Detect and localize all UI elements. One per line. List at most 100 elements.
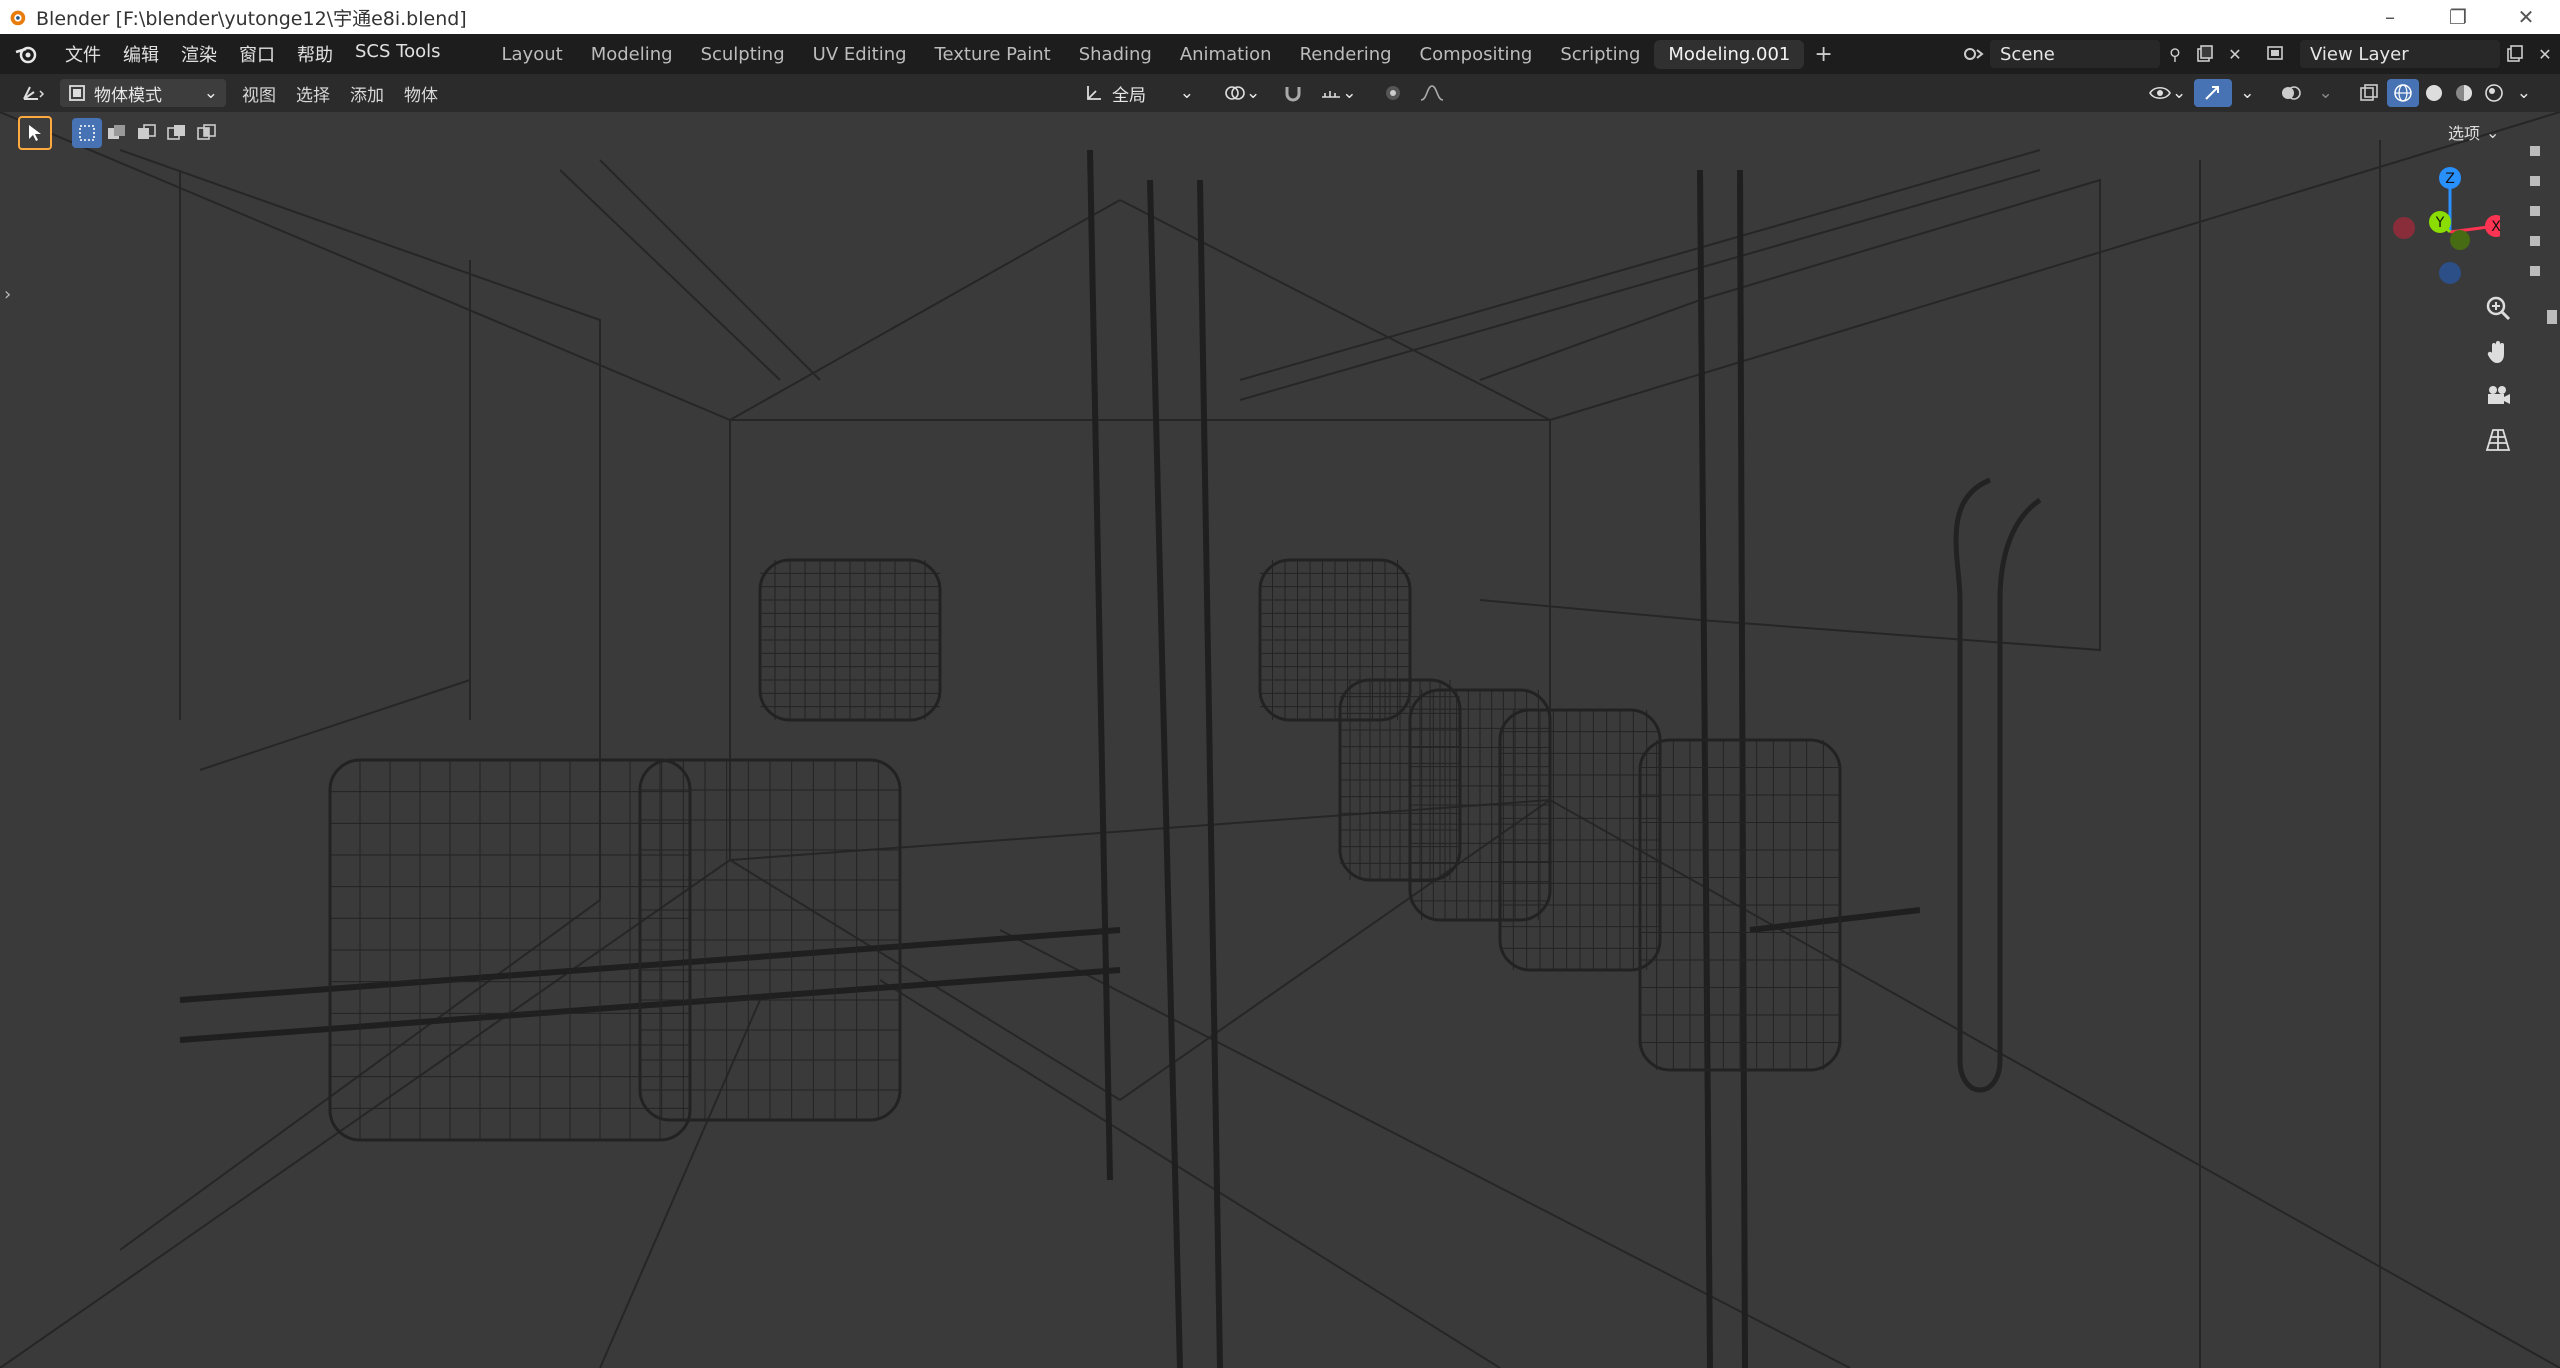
proportional-edit-icon [1385,86,1400,100]
delete-scene-icon[interactable]: ✕ [2220,40,2250,68]
new-view-layer-icon[interactable] [2500,40,2530,68]
select-extend-button[interactable] [102,118,132,148]
menu-view[interactable]: 视图 [232,81,286,106]
close-button[interactable]: ✕ [2492,0,2560,34]
chevron-down-icon: ⌄ [2240,83,2255,103]
gizmo-options[interactable]: ⌄ [2232,79,2262,107]
chevron-down-icon: ⌄ [1246,83,1261,103]
menu-render[interactable]: 渲染 [170,41,228,67]
scene-name-field[interactable]: Scene [1990,40,2160,68]
maximize-button[interactable]: ❐ [2424,0,2492,34]
visibility-selector[interactable]: ⌄ [2140,79,2194,107]
shading-rendered-button[interactable] [2479,79,2509,107]
shading-material-button[interactable] [2449,79,2479,107]
scene-selector-group: Scene ⚲ ✕ [1960,34,2250,74]
overlays-toggle[interactable] [2271,79,2311,107]
select-tools-row [18,116,222,150]
rendered-sphere-icon [2484,84,2503,102]
tab-scripting[interactable]: Scripting [1546,40,1654,69]
menu-scs-tools[interactable]: SCS Tools [344,41,451,67]
minimize-button[interactable]: – [2356,0,2424,34]
blender-menu-button[interactable] [10,37,44,71]
scene-browse-icon[interactable] [1960,40,1990,68]
proportional-edit-toggle[interactable] [1375,79,1411,107]
tab-modeling-001[interactable]: Modeling.001 [1654,39,1805,69]
select-subtract-button[interactable] [132,118,162,148]
viewport-menu: 视图 选择 添加 物体 [232,81,448,106]
shading-options[interactable]: ⌄ [2509,79,2539,107]
select-extend-icon [108,125,125,139]
new-scene-icon[interactable] [2190,40,2220,68]
menu-window[interactable]: 窗口 [228,41,286,67]
mode-label: 物体模式 [94,85,162,106]
tab-layout[interactable]: Layout [487,40,576,69]
select-new-button[interactable] [72,118,102,148]
tab-compositing[interactable]: Compositing [1406,40,1547,69]
add-workspace-button[interactable]: + [1804,42,1842,67]
zoom-button[interactable] [2478,288,2518,328]
tab-sculpting[interactable]: Sculpting [687,40,799,69]
overlays-icon [2281,86,2301,100]
shading-wireframe-button[interactable] [2386,79,2419,107]
menu-object[interactable]: 物体 [394,81,448,106]
material-sphere-icon [2455,85,2472,101]
orientation-label: 全局 [1112,85,1146,106]
toolbar-expand-arrow[interactable]: › [4,284,11,305]
snap-toggle[interactable] [1274,79,1312,107]
pin-icon[interactable]: ⚲ [2160,40,2190,68]
blender-logo-icon [10,10,26,26]
mode-selector[interactable]: 物体模式 ⌄ [60,79,226,107]
select-tool-button[interactable] [18,116,52,150]
tab-animation[interactable]: Animation [1166,40,1286,69]
delete-view-layer-icon[interactable]: ✕ [2530,40,2560,68]
tab-rendering[interactable]: Rendering [1286,40,1406,69]
3d-viewport[interactable]: › Z X Y 选项 ⌄ [0,112,2560,1368]
navigation-gizmo[interactable]: Z X Y [2380,160,2500,290]
falloff-selector[interactable] [1411,79,1453,107]
editor-type-button[interactable] [12,79,54,107]
chevron-down-icon: ⌄ [1179,83,1194,103]
chevron-down-icon: ⌄ [2486,122,2500,142]
menu-help[interactable]: 帮助 [286,41,344,67]
xray-icon [2359,84,2378,101]
wireframe-sphere-icon [2394,84,2412,102]
select-intersect-button[interactable] [192,118,222,148]
top-bar: 文件 编辑 渲染 窗口 帮助 SCS Tools Layout Modeling… [0,34,2560,74]
snap-increment-icon [1322,91,1341,98]
overlays-options[interactable]: ⌄ [2311,79,2341,107]
window-title: Blender [F:\blender\yutonge12\宇通e8i.blen… [36,7,467,30]
viewport-header: 物体模式 ⌄ 视图 选择 添加 物体 全局 ⌄ ⌄ ⌄ ⌄ ⌄ ⌄ ⌄ [0,74,2560,112]
tab-uv-editing[interactable]: UV Editing [799,40,921,69]
menu-file[interactable]: 文件 [54,41,112,67]
view-layer-browse-icon[interactable] [2256,40,2300,68]
sidebar-tabs-strip[interactable] [2525,140,2560,1360]
axis-neg-y-icon [2450,230,2470,250]
snap-target-selector[interactable]: ⌄ [1312,79,1364,107]
menu-select[interactable]: 选择 [286,81,340,106]
magnet-icon [1285,87,1301,102]
transform-orientation-selector[interactable]: 全局 ⌄ [1076,79,1202,107]
axis-x-label: X [2491,219,2500,235]
pivot-point-selector[interactable]: ⌄ [1216,79,1268,107]
hand-icon [2487,341,2504,363]
menu-edit[interactable]: 编辑 [112,41,170,67]
workspace-tabs: Layout Modeling Sculpting UV Editing Tex… [487,39,1842,69]
camera-view-button[interactable] [2478,376,2518,416]
xray-toggle[interactable] [2351,79,2387,107]
tab-texture-paint[interactable]: Texture Paint [921,40,1065,69]
falloff-curve-icon [1420,85,1443,101]
menu-add[interactable]: 添加 [340,81,394,106]
pan-button[interactable] [2478,332,2518,372]
pivot-icon [1225,86,1245,100]
view-layer-name-field[interactable]: View Layer [2300,40,2500,68]
shading-solid-button[interactable] [2419,79,2449,107]
main-menu: 文件 编辑 渲染 窗口 帮助 SCS Tools [54,41,451,67]
tab-shading[interactable]: Shading [1065,40,1166,69]
wireframe-scene[interactable] [0,112,2560,1368]
gizmo-toggle[interactable] [2194,79,2233,107]
perspective-toggle-button[interactable] [2478,420,2518,460]
tab-modeling[interactable]: Modeling [577,40,687,69]
select-invert-button[interactable] [162,118,192,148]
select-invert-icon [167,125,185,140]
viewport-options-dropdown[interactable]: 选项 ⌄ [2448,118,2499,146]
